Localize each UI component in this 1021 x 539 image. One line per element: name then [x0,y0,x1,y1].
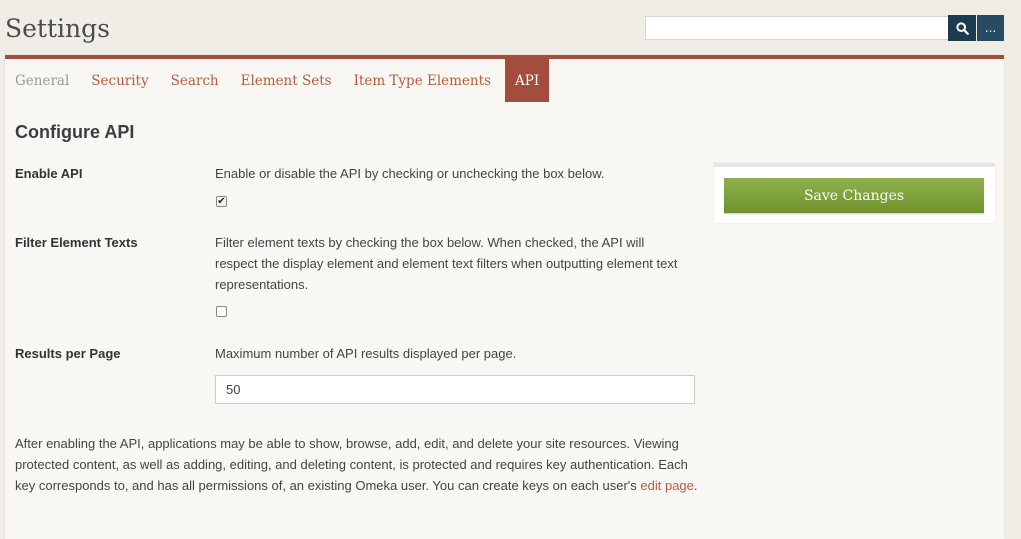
tab-api[interactable]: API [504,59,550,102]
tab-item-type-elements[interactable]: Item Type Elements [343,59,502,102]
search-icon [955,21,969,35]
checkmark-icon: ✔ [217,196,226,207]
enable-api-label: Enable API [15,166,83,181]
filter-element-texts-label: Filter Element Texts [15,235,138,250]
filter-element-texts-description: Filter element texts by checking the box… [215,235,678,292]
section-heading: Configure API [15,122,135,142]
api-info-text: After enabling the API, applications may… [15,433,705,496]
search-input[interactable] [645,16,948,40]
results-per-page-input[interactable] [215,375,695,404]
tab-search[interactable]: Search [160,59,230,102]
api-info-suffix: . [693,478,698,493]
search-button[interactable] [948,15,976,41]
results-per-page-description: Maximum number of API results displayed … [215,346,517,361]
edit-page-link[interactable]: edit page [640,478,694,493]
enable-api-description: Enable or disable the API by checking or… [215,166,605,181]
settings-panel: General Security Search Element Sets Ite… [5,55,1004,539]
page-title: Settings [5,14,110,43]
api-info-body: After enabling the API, applications may… [15,436,688,493]
enable-api-checkbox[interactable]: ✔ [216,196,227,207]
filter-element-texts-checkbox[interactable] [216,306,227,317]
advanced-search-button[interactable]: ... [977,15,1004,41]
tab-element-sets[interactable]: Element Sets [230,59,343,102]
save-changes-button[interactable]: Save Changes [724,178,984,213]
save-panel: Save Changes [714,163,995,223]
settings-tabs: General Security Search Element Sets Ite… [5,59,550,102]
tab-security[interactable]: Security [80,59,159,102]
tab-general[interactable]: General [5,59,80,102]
search-box: ... [645,15,1004,41]
results-per-page-label: Results per Page [15,346,121,361]
